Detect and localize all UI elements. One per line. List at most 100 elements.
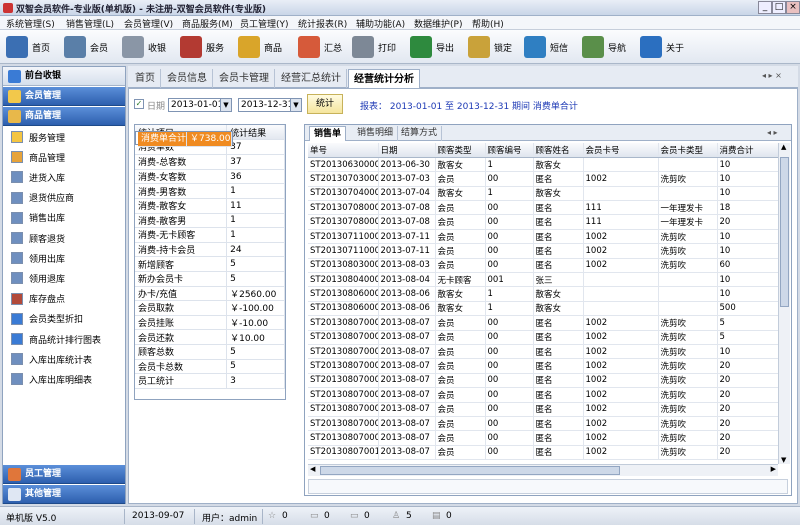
summary-row[interactable]: 会员卡总数 5 [135,359,285,375]
sidebar-item-0[interactable]: 服务管理 [11,128,65,146]
summary-row[interactable]: 消费-女客数 36 [135,169,285,185]
table-row[interactable]: ST201308070006 2013-08-07 会员 00 匿名 1002 洗剪吹 20 [308,387,778,403]
scroll-right-icon[interactable]: ▶ [771,465,776,473]
summary-row[interactable]: 消费单合计 ￥738.00 [135,131,233,148]
sidebar-item-3[interactable]: 退货供应商 [11,189,74,207]
sidebar-header-other[interactable]: 其他管理 [3,485,125,504]
summary-row[interactable]: 消费-男客数 1 [135,183,285,199]
sidebar-header-cashier[interactable]: 前台收银 [3,67,125,86]
sidebar-item-10[interactable]: 商品统计排行图表 [11,330,101,348]
summary-row[interactable]: 消费-持卡会员 24 [135,242,285,258]
table-row[interactable]: ST201308070001 2013-08-07 会员 00 匿名 1002 洗剪吹 5 [308,315,778,331]
sidebar-item-5[interactable]: 顾客退货 [11,229,65,247]
menu-staff[interactable]: 员工管理(Y) [240,17,289,30]
table-row[interactable]: ST201308030001 2013-08-03 会员 00 匿名 1002 洗剪吹 60 [308,258,778,274]
table-row[interactable]: ST201307040001 2013-07-04 散客女 1 散客女 10 [308,186,778,202]
table-row[interactable]: ST201308060002 2013-08-06 散客女 1 散客女 500 [308,301,778,317]
tab-analysis[interactable]: 经营统计分析 [348,69,420,88]
stat-button[interactable]: 统计 [307,94,343,114]
tab-sales-detail[interactable]: 销售明细 [353,126,399,141]
sidebar-item-8[interactable]: 库存盘点 [11,290,65,308]
sidebar-item-9[interactable]: 会员类型折扣 [11,310,83,328]
summary-header-cell[interactable]: 统计结果 [226,125,285,141]
table-row[interactable]: ST201308070005 2013-08-07 会员 00 匿名 1002 洗剪吹 20 [308,373,778,389]
vertical-scrollbar[interactable]: ▲ ▼ [778,143,790,464]
grid-header-cell[interactable]: 单号 [308,143,379,158]
toolbar-button-6[interactable]: 打印 [352,34,396,60]
menu-data[interactable]: 数据维护(P) [414,17,462,30]
summary-row[interactable]: 会员取款 ￥-100.00 [135,300,285,316]
menu-reports[interactable]: 统计报表(R) [298,17,347,30]
start-date-picker[interactable]: 2013-01-01 ▼ [168,98,232,112]
scroll-thumb[interactable] [780,157,789,307]
scroll-left-icon[interactable]: ◀ [310,465,315,473]
sidebar-header-member[interactable]: 会员管理 [3,87,125,106]
toolbar-button-8[interactable]: 锁定 [468,34,512,60]
menu-sales[interactable]: 销售管理(L) [66,17,114,30]
sidebar-header-goods[interactable]: 商品管理 [3,107,125,126]
toolbar-button-9[interactable]: 短信 [524,34,568,60]
grid-header-cell[interactable]: 会员卡类型 [658,143,718,158]
table-row[interactable]: ST201308070009 2013-08-07 会员 00 匿名 1002 洗剪吹 20 [308,430,778,446]
toolbar-button-10[interactable]: 导航 [582,34,626,60]
menu-help[interactable]: 帮助(H) [472,17,504,30]
table-row[interactable]: ST201307080001 2013-07-08 会员 00 匿名 111 一年理发卡 18 [308,200,778,216]
table-row[interactable]: ST201308060001 2013-08-06 散客女 1 散客女 10 [308,286,778,302]
sidebar-item-2[interactable]: 进货入库 [11,168,65,186]
grid-header-cell[interactable]: 顾客姓名 [533,143,584,158]
date-checkbox[interactable]: ✓ [134,99,144,109]
dropdown-arrow-icon[interactable]: ▼ [220,99,231,111]
summary-row[interactable]: 消费-无卡顾客 1 [135,227,285,243]
table-row[interactable]: ST201307110002 2013-07-11 会员 00 匿名 1002 洗剪吹 10 [308,243,778,259]
menu-goods[interactable]: 商品服务(M) [182,17,233,30]
horizontal-scrollbar[interactable]: ◀ ▶ [308,464,778,476]
table-row[interactable]: ST201307030001 2013-07-03 会员 00 匿名 1002 洗剪吹 10 [308,171,778,187]
sidebar-item-12[interactable]: 入库出库明细表 [11,370,92,388]
table-row[interactable]: ST201306300001 2013-06-30 散客女 1 散客女 10 [308,157,778,173]
sidebar-item-4[interactable]: 销售出库 [11,209,65,227]
sidebar-item-1[interactable]: 商品管理 [11,148,65,166]
maximize-button[interactable]: □ [772,1,786,14]
table-row[interactable]: ST201308070010 2013-08-07 会员 00 匿名 1002 洗剪吹 20 [308,445,778,461]
table-row[interactable]: ST201307080003 2013-07-08 会员 00 匿名 111 一年理发卡 20 [308,214,778,230]
table-row[interactable]: ST201307110001 2013-07-11 会员 00 匿名 1002 洗剪吹 10 [308,229,778,245]
grid-header-cell[interactable]: 日期 [378,143,436,158]
grid-header-cell[interactable]: 会员卡号 [583,143,659,158]
toolbar-button-1[interactable]: 会员 [64,34,108,60]
tab-sales-order[interactable]: 销售单 [309,126,347,141]
toolbar-button-0[interactable]: 首页 [6,34,50,60]
table-row[interactable]: ST201308070003 2013-08-07 会员 00 匿名 1002 洗剪吹 10 [308,344,778,360]
summary-row[interactable]: 顾客总数 5 [135,344,285,360]
summary-row[interactable]: 消费-总客数 37 [135,154,285,170]
hscroll-thumb[interactable] [320,466,620,475]
detail-tab-scroll-icon[interactable]: ◂ ▸ [767,128,778,137]
summary-row[interactable]: 消费-散客男 1 [135,213,285,229]
minimize-button[interactable]: _ [758,1,772,14]
sidebar-item-11[interactable]: 入库出库统计表 [11,350,92,368]
scroll-down-icon[interactable]: ▼ [781,456,786,464]
scroll-up-icon[interactable]: ▲ [781,143,786,151]
grid-header-cell[interactable]: 消费合计 [717,143,778,158]
toolbar-button-5[interactable]: 汇总 [298,34,342,60]
table-row[interactable]: ST201308040001 2013-08-04 无卡顾客 001 张三 10 [308,272,778,288]
tab-summary-stats[interactable]: 经营汇总统计 [276,69,347,88]
summary-row[interactable]: 新办会员卡 5 [135,271,285,287]
grid-header-cell[interactable]: 顾客类型 [435,143,486,158]
tab-member-info[interactable]: 会员信息 [162,69,213,88]
menu-member[interactable]: 会员管理(V) [124,17,173,30]
table-row[interactable]: ST201308070004 2013-08-07 会员 00 匿名 1002 洗剪吹 20 [308,358,778,374]
tab-scroll-icon[interactable]: ◂ ▸ × [762,71,782,80]
summary-row[interactable]: 员工统计 3 [135,373,285,389]
tab-card-manage[interactable]: 会员卡管理 [214,69,275,88]
dropdown-arrow-icon[interactable]: ▼ [290,99,301,111]
summary-row[interactable]: 新增顾客 5 [135,256,285,272]
end-date-picker[interactable]: 2013-12-31 ▼ [238,98,302,112]
close-button[interactable]: × [786,1,800,14]
sidebar-item-7[interactable]: 领用退库 [11,269,65,287]
toolbar-button-3[interactable]: 服务 [180,34,224,60]
summary-row[interactable]: 会员还款 ￥10.00 [135,329,285,345]
tab-home[interactable]: 首页 [130,69,161,88]
toolbar-button-7[interactable]: 导出 [410,34,454,60]
toolbar-button-4[interactable]: 商品 [238,34,282,60]
table-row[interactable]: ST201308070002 2013-08-07 会员 00 匿名 1002 洗剪吹 5 [308,330,778,345]
